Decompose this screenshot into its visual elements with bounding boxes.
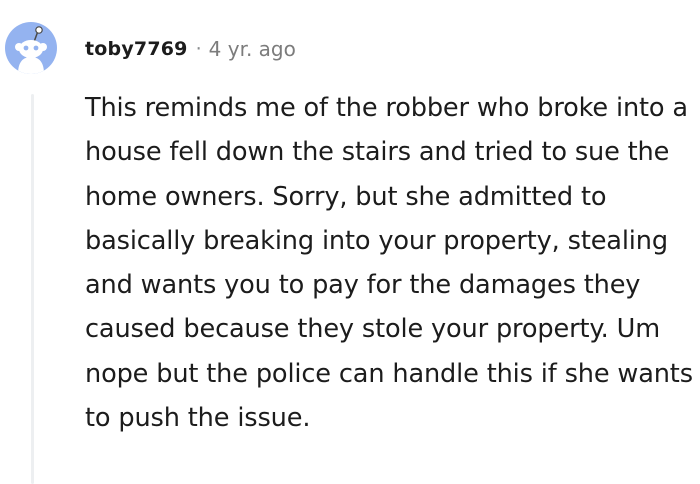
thread-collapse-line[interactable] (31, 94, 34, 484)
meta-separator: · (195, 38, 202, 60)
snoo-avatar-icon[interactable] (5, 22, 57, 74)
comment-body: This reminds me of the robber who broke … (85, 93, 693, 434)
comment: toby7769 · 4 yr. ago This reminds me of … (0, 0, 700, 484)
author-username[interactable]: toby7769 (85, 38, 188, 60)
avatar-graphic (5, 22, 57, 74)
comment-timestamp[interactable]: 4 yr. ago (209, 37, 296, 61)
comment-meta: toby7769 · 4 yr. ago (85, 34, 296, 64)
